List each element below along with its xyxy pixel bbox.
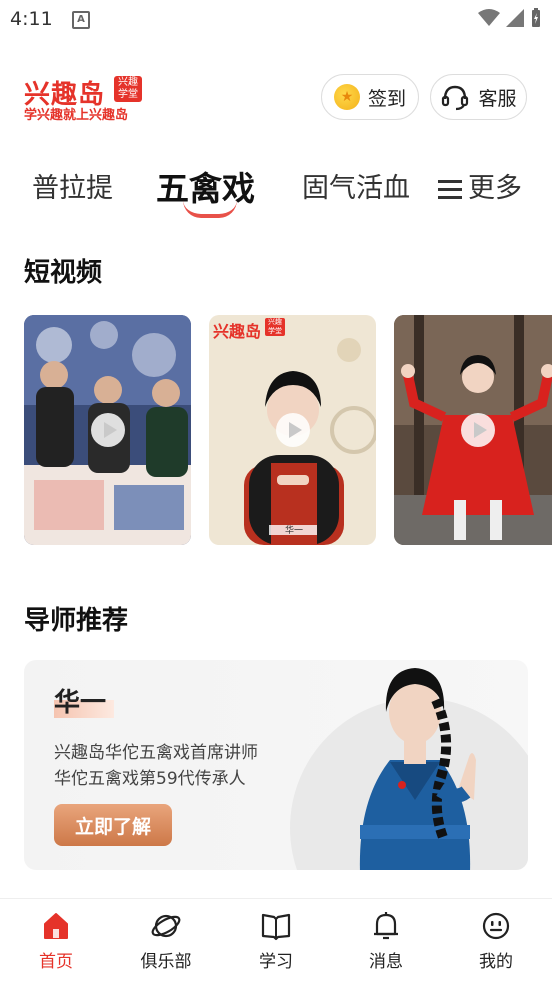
video-card[interactable]: 兴趣岛 兴趣学堂 华一	[209, 315, 376, 545]
status-icons	[478, 8, 542, 28]
mentor-name: 华一	[54, 688, 107, 718]
mentor-photo	[359, 668, 476, 870]
mentor-desc-line2: 华佗五禽戏第59代传承人	[54, 769, 246, 789]
play-icon[interactable]	[90, 413, 125, 447]
smiley-icon	[482, 912, 510, 940]
nav-me[interactable]: 我的	[456, 909, 536, 972]
video-carousel[interactable]: 兴趣岛 兴趣学堂 华一	[24, 315, 552, 545]
mentor-card[interactable]: 华一 兴趣岛华佗五禽戏首席讲师 华佗五禽戏第59代传承人 立即了解	[24, 660, 528, 870]
video-card[interactable]	[24, 315, 191, 545]
signal-icon	[506, 9, 524, 27]
customer-service-button[interactable]: 客服	[430, 74, 527, 120]
nav-messages-label: 消息	[369, 952, 403, 972]
checkin-button[interactable]: ★ 签到	[321, 74, 419, 120]
status-time: 4:11	[10, 8, 53, 30]
logo-badge: 兴趣学堂	[114, 76, 142, 102]
mentor-desc-line1: 兴趣岛华佗五禽戏首席讲师	[54, 743, 258, 763]
brand-logo: 兴趣岛 兴趣学堂 学兴趣就上兴趣岛	[24, 74, 144, 123]
service-label: 客服	[478, 87, 517, 110]
menu-icon	[438, 175, 462, 204]
tab-more[interactable]: 更多	[438, 166, 522, 205]
nav-home-label: 首页	[39, 952, 73, 972]
nav-me-label: 我的	[479, 952, 513, 972]
nav-study-label: 学习	[259, 952, 293, 972]
active-tab-indicator	[183, 200, 237, 218]
nav-messages[interactable]: 消息	[346, 909, 426, 972]
wifi-icon	[478, 9, 500, 26]
video-overlay-caption: 华一	[285, 526, 304, 536]
notification-a-icon: A	[72, 11, 90, 29]
headset-icon	[442, 85, 469, 111]
play-icon[interactable]	[275, 413, 310, 447]
video-overlay-brand: 兴趣岛	[213, 322, 262, 341]
nav-study[interactable]: 学习	[236, 909, 316, 972]
video-overlay-badge: 兴趣学堂	[265, 318, 285, 336]
book-icon	[261, 913, 291, 941]
nav-club-label: 俱乐部	[140, 952, 192, 972]
planet-icon	[151, 914, 181, 938]
tab-more-label: 更多	[468, 173, 522, 204]
nav-club[interactable]: 俱乐部	[126, 909, 206, 972]
logo-tagline: 学兴趣就上兴趣岛	[24, 108, 129, 123]
battery-icon	[532, 8, 540, 27]
status-bar: 4:11 A	[0, 0, 552, 38]
coin-star-icon: ★	[333, 84, 360, 110]
tab-guqi-huoxue[interactable]: 固气活血	[302, 166, 410, 205]
play-icon[interactable]	[460, 413, 495, 447]
video-card[interactable]	[394, 315, 552, 545]
learn-more-button[interactable]: 立即了解	[54, 804, 172, 846]
section-title-short-video: 短视频	[24, 258, 103, 288]
tab-pilates[interactable]: 普拉提	[32, 166, 113, 205]
bottom-nav: 首页 俱乐部 学习 消息 我的	[0, 898, 552, 984]
section-title-mentor: 导师推荐	[24, 606, 129, 636]
bell-icon	[374, 912, 398, 940]
category-tabs: 普拉提 五禽戏 固气活血 更多	[0, 160, 552, 220]
checkin-label: 签到	[367, 87, 406, 110]
nav-home[interactable]: 首页	[16, 909, 96, 972]
home-icon	[44, 913, 68, 939]
